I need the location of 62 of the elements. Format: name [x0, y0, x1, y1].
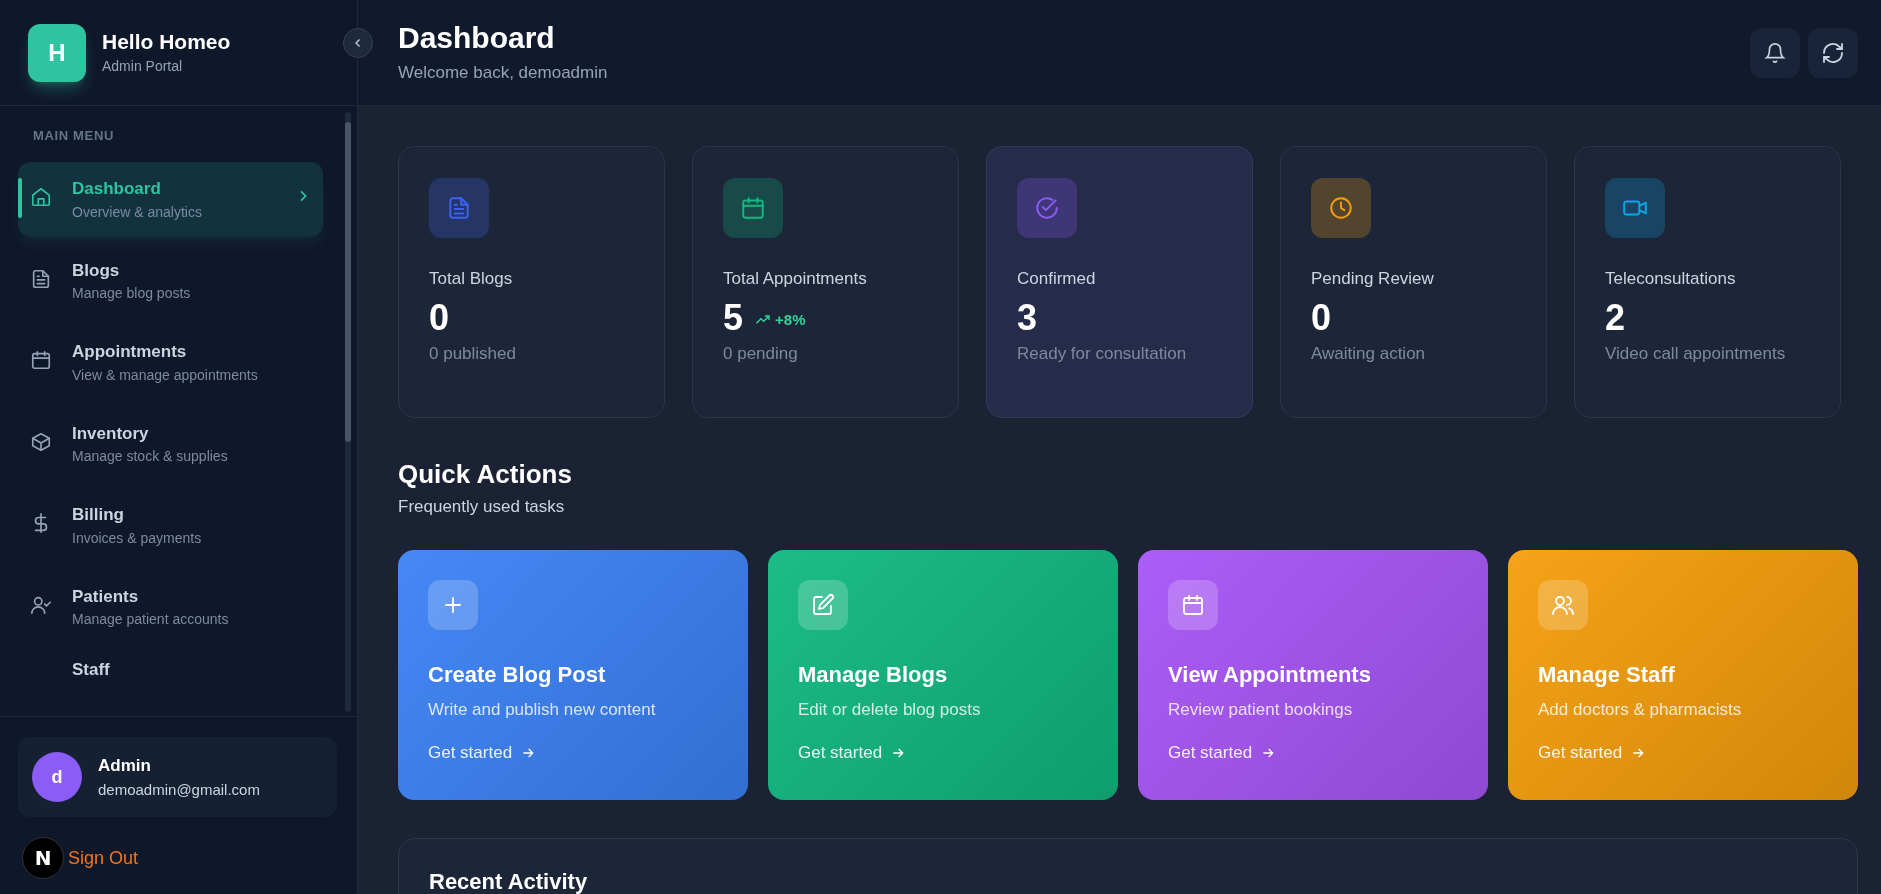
nav-item[interactable]: Inventory Manage stock & supplies — [18, 406, 323, 480]
action-card[interactable]: View Appointments Review patient bookings Get started — [1138, 549, 1488, 800]
action-title: Manage Blogs — [798, 660, 949, 689]
stat-label: Total Blogs — [429, 268, 514, 290]
nav-subtitle: View & manage appointments — [72, 365, 259, 385]
nav-title: Billing — [72, 504, 125, 526]
stat-label: Total Appointments — [723, 268, 868, 290]
action-description: Review patient bookings — [1168, 698, 1354, 721]
action-description: Write and publish new content — [428, 698, 657, 721]
user-email: demoadmin@gmail.com — [98, 779, 260, 800]
nav-subtitle: Overview & analytics — [72, 202, 203, 222]
action-title: View Appointments — [1168, 660, 1372, 689]
nav-title: Dashboard — [72, 178, 162, 200]
logo-tile: H — [28, 23, 86, 82]
nav-title: Staff — [72, 659, 111, 681]
nav-item[interactable]: Blogs Manage blog posts — [18, 243, 323, 317]
stat-label: Pending Review — [1311, 268, 1435, 290]
action-title: Create Blog Post — [428, 660, 607, 689]
action-card[interactable]: Create Blog Post Write and publish new content Get started — [398, 549, 748, 800]
stat-note: Video call appointments — [1605, 342, 1787, 365]
nav-item[interactable]: Billing Invoices & payments — [18, 488, 323, 562]
stat-value: 3 — [1017, 295, 1038, 340]
stat-note: 0 published — [429, 342, 517, 365]
nav-item[interactable]: Dashboard Overview & analytics — [18, 162, 323, 236]
page-subtitle: Welcome back, demoadmin — [398, 61, 608, 84]
section-subtitle: Frequently used tasks — [398, 496, 566, 518]
section-title: Quick Actions — [398, 458, 573, 490]
stat-note: Ready for consultation — [1017, 342, 1188, 365]
action-link[interactable]: Get started — [1168, 740, 1253, 766]
nav-item[interactable]: Patients Manage patient accounts — [18, 569, 323, 643]
nav-item[interactable]: Staff — [18, 651, 323, 683]
section-label: MAIN MENU — [33, 127, 114, 145]
stat-label: Confirmed — [1017, 268, 1097, 290]
stat-value: 2 — [1605, 295, 1626, 340]
stat-value: 0 — [429, 295, 450, 340]
stat-note: 0 pending — [723, 342, 799, 365]
nav-subtitle: Manage blog posts — [72, 284, 192, 303]
app-title: Hello Homeo — [102, 29, 231, 55]
app-subtitle: Admin Portal — [102, 57, 184, 76]
nav-subtitle: Manage stock & supplies — [72, 447, 229, 466]
card-title: Recent Activity — [429, 868, 588, 894]
nav-item[interactable]: Appointments View & manage appointments — [18, 325, 323, 399]
stat-note: Awaiting action — [1311, 342, 1427, 365]
nav-title: Inventory — [72, 422, 150, 445]
nav-title: Blogs — [72, 259, 121, 282]
stat-label: Teleconsultations — [1605, 268, 1737, 290]
action-title: Manage Staff — [1538, 660, 1676, 689]
page-title: Dashboard — [398, 19, 556, 56]
avatar: d — [32, 752, 82, 802]
action-description: Edit or delete blog posts — [798, 698, 982, 721]
stat-value: 5 — [723, 295, 744, 340]
trend-value: +8% — [775, 310, 806, 330]
nav-subtitle: Manage patient accounts — [72, 610, 230, 629]
action-description: Add doctors & pharmacists — [1538, 698, 1743, 721]
framework-badge[interactable]: N — [22, 837, 64, 879]
stat-value: 0 — [1311, 295, 1332, 340]
sign-out-button[interactable]: Sign Out — [68, 844, 139, 872]
user-name: Admin — [98, 755, 152, 777]
nav-subtitle: Invoices & payments — [72, 528, 203, 548]
nav-title: Patients — [72, 585, 140, 608]
action-link[interactable]: Get started — [428, 740, 513, 766]
nav-title: Appointments — [72, 341, 188, 363]
